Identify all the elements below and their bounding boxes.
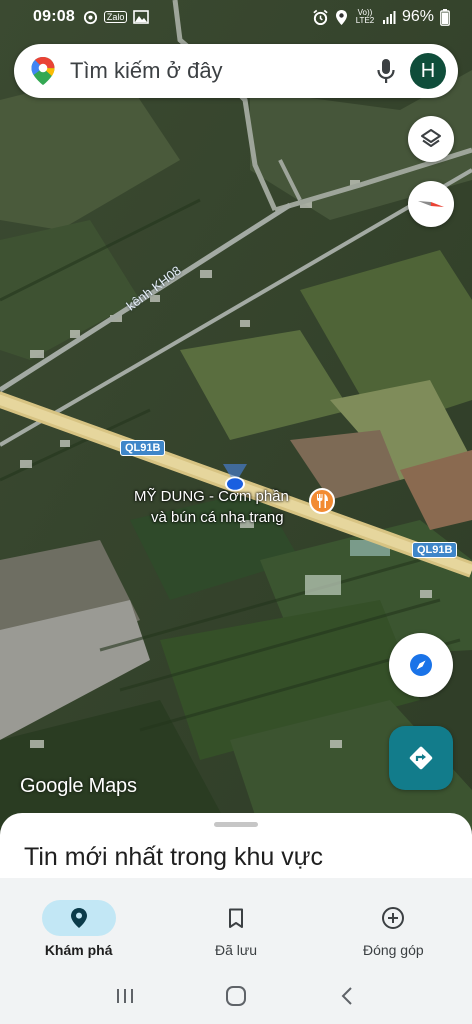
sheet-drag-handle[interactable] — [214, 822, 258, 827]
signal-icon — [382, 11, 396, 24]
sync-icon — [83, 10, 97, 24]
home-icon[interactable] — [216, 976, 256, 1016]
satellite-imagery — [0, 0, 472, 830]
compass-button[interactable] — [408, 181, 454, 227]
directions-icon — [409, 746, 433, 770]
sheet-title: Tin mới nhất trong khu vực — [24, 843, 323, 871]
location-icon — [335, 9, 347, 25]
my-location-button[interactable] — [389, 633, 453, 697]
tab-explore[interactable]: Khám phá — [0, 878, 157, 968]
poi-label-line1: MỸ DUNG - Cơm phần — [134, 488, 289, 505]
battery-percent: 96% — [401, 8, 434, 25]
bottom-navigation: Khám phá Đã lưu Đóng góp — [0, 878, 472, 968]
status-time: 09:08 — [33, 8, 75, 25]
tab-contribute[interactable]: Đóng góp — [315, 878, 472, 968]
battery-icon — [440, 8, 450, 26]
restaurant-icon[interactable] — [309, 488, 335, 514]
google-maps-pin-icon — [31, 57, 55, 85]
volte-label: Vo)) LTE2 — [355, 8, 375, 25]
add-circle-icon — [356, 900, 430, 936]
tab-explore-label: Khám phá — [44, 942, 113, 958]
system-navigation-bar — [0, 968, 472, 1024]
avatar[interactable]: H — [410, 53, 446, 89]
gallery-icon — [133, 10, 150, 24]
bookmark-icon — [199, 900, 273, 936]
tab-saved[interactable]: Đã lưu — [157, 878, 314, 968]
zalo-icon: Zalo — [103, 11, 128, 23]
poi-label[interactable]: MỸ DUNG - Cơm phần và bún cá nha trang — [134, 486, 289, 528]
alarm-icon — [313, 9, 328, 25]
recent-apps-icon[interactable] — [105, 976, 145, 1016]
road-shield-ql91b: QL91B — [120, 440, 166, 456]
navigation-arrow-icon — [410, 654, 432, 676]
map-view[interactable]: QL91B QL91B kênh KH08 MỸ DUNG - Cơm phần… — [0, 0, 472, 830]
back-icon[interactable] — [327, 976, 367, 1016]
explore-pin-icon — [41, 900, 116, 936]
mic-icon[interactable] — [366, 51, 406, 91]
tab-contribute-label: Đóng góp — [362, 942, 424, 958]
bottom-sheet[interactable]: Tin mới nhất trong khu vực — [0, 813, 472, 883]
search-input[interactable]: Tìm kiếm ở đây — [70, 58, 366, 84]
tab-saved-label: Đã lưu — [214, 942, 258, 958]
compass-icon — [418, 201, 444, 207]
status-bar: 09:08 Zalo Vo)) LTE2 96% — [0, 0, 472, 34]
google-maps-attribution: Google Maps — [20, 775, 137, 797]
poi-label-line2: và bún cá nha trang — [151, 509, 284, 526]
layers-icon — [421, 129, 441, 147]
layers-button[interactable] — [408, 116, 454, 162]
road-shield-ql91b-2: QL91B — [412, 542, 458, 558]
directions-button[interactable] — [389, 726, 453, 790]
search-bar[interactable]: Tìm kiếm ở đây H — [14, 44, 458, 98]
